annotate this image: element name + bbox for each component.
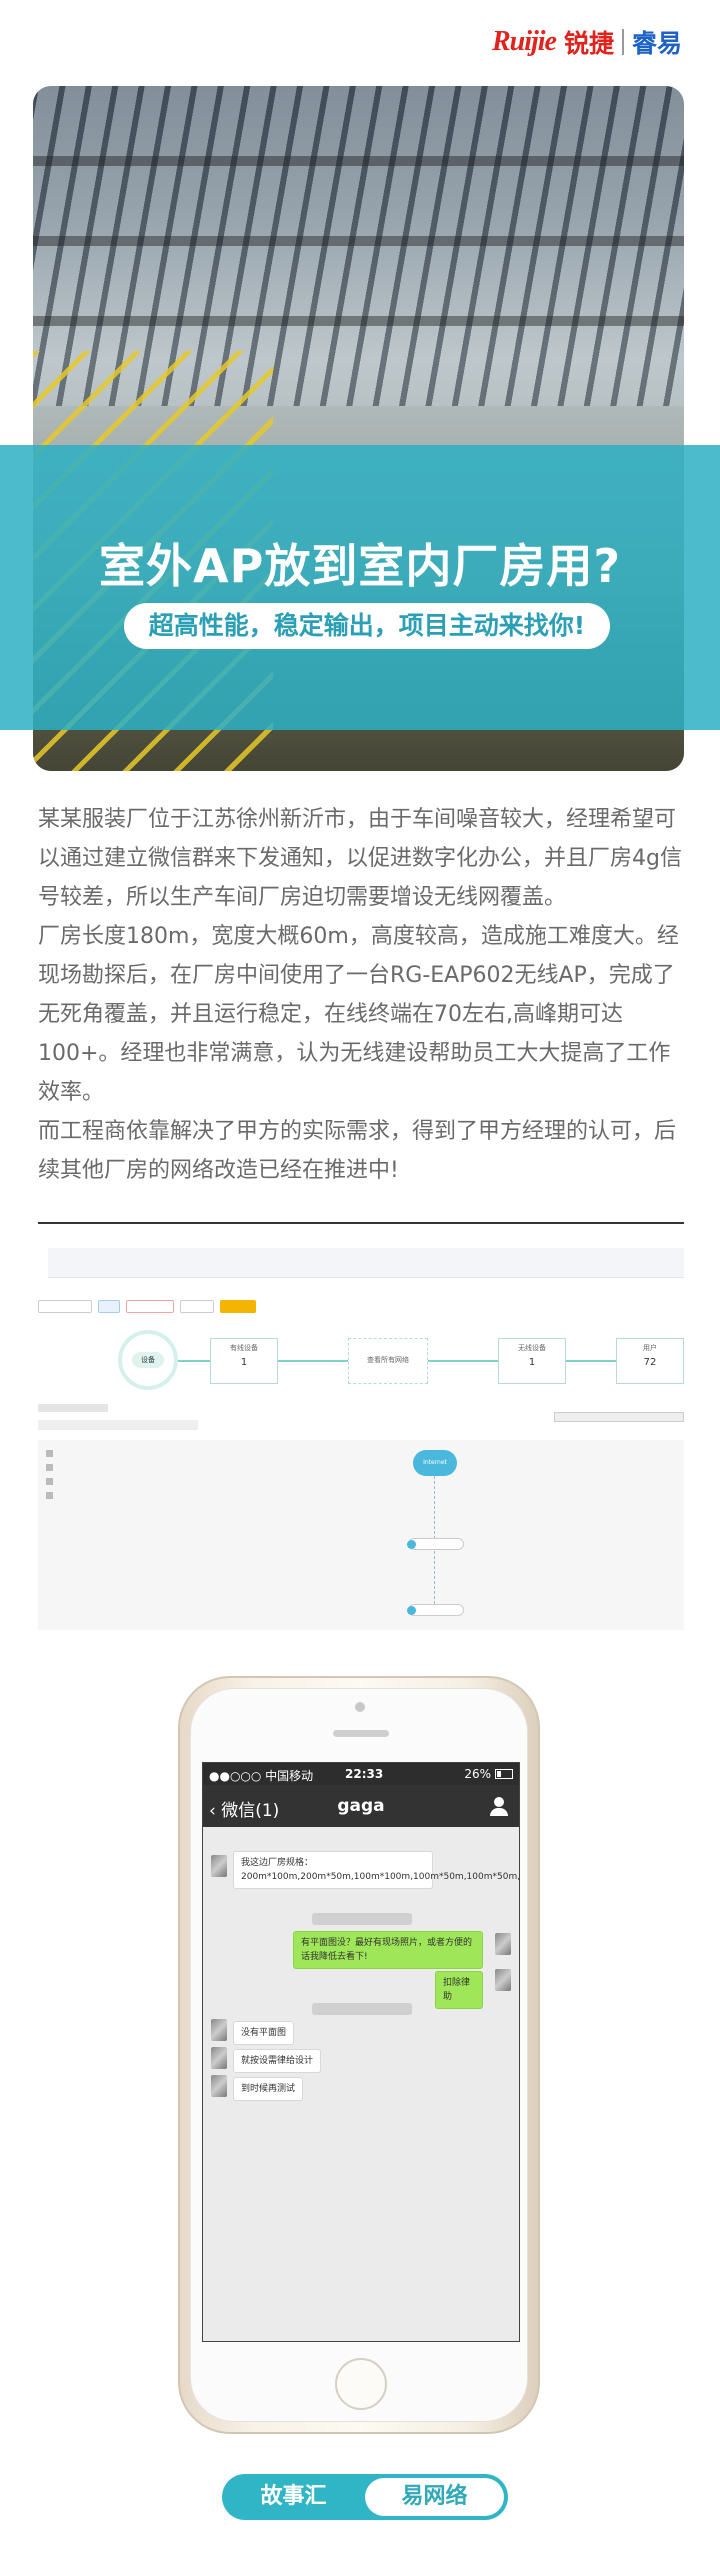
- gateway-label: 设备: [132, 1352, 164, 1368]
- footer-right: 易网络: [365, 2478, 504, 2516]
- flow-node-wired: 有线设备 1: [210, 1338, 278, 1384]
- chat-navbar: ‹ 微信(1) gaga: [203, 1785, 519, 1827]
- section-divider: [38, 1222, 684, 1224]
- dashboard-dropdown: [38, 1300, 92, 1313]
- avatar: [211, 2075, 227, 2097]
- status-time: 22:33: [345, 1767, 384, 1781]
- speaker-grille: [333, 1730, 389, 1737]
- logo-divider: [621, 29, 624, 55]
- front-camera-icon: [355, 1702, 365, 1712]
- topology-header: [38, 1398, 684, 1438]
- flow-node-users: 用户 72: [616, 1338, 684, 1384]
- battery-percent: 26%: [464, 1767, 491, 1781]
- chat-message: 没有平面图: [233, 2021, 295, 2045]
- topology-canvas: [38, 1440, 684, 1630]
- image-icon: [46, 1492, 53, 1499]
- chat-message: 就按设需律给设计: [233, 2049, 322, 2073]
- person-icon[interactable]: [489, 1797, 509, 1817]
- chat-timestamp: [312, 1913, 412, 1925]
- carrier-label: ●●○○○ 中国移动: [209, 1769, 314, 1783]
- footer-badge: 故事汇 易网络: [222, 2474, 508, 2520]
- battery-icon: [495, 1769, 513, 1779]
- topology-device: [407, 1604, 464, 1616]
- fit-icon: [46, 1478, 53, 1485]
- chat-message: 扣除律助: [435, 1971, 483, 2009]
- article-paragraph: 厂房长度180m，宽度大概60m，高度较高，造成施工难度大。经现场勘探后，在厂房…: [38, 924, 679, 1105]
- avatar: [211, 1855, 227, 1877]
- flow-node-middle: 查看所有网络: [348, 1338, 428, 1384]
- avatar: [495, 1933, 511, 1955]
- avatar: [495, 1969, 511, 1991]
- network-flow: 设备 有线设备 1 查看所有网络 无线设备 1 用户 72: [118, 1330, 684, 1390]
- internet-cloud-icon: Internet: [413, 1450, 457, 1476]
- hero-tagline: 超高性能，稳定输出，项目主动来找你!: [124, 603, 610, 649]
- network-dashboard-screenshot: 设备 有线设备 1 查看所有网络 无线设备 1 用户 72 Internet: [38, 1248, 684, 1630]
- status-bar: ●●○○○ 中国移动 22:33 26%: [203, 1763, 519, 1785]
- flow-node-wireless: 无线设备 1: [498, 1338, 566, 1384]
- topology-device: [407, 1538, 464, 1550]
- sub-brand: 睿易: [631, 29, 682, 58]
- article-paragraph: 而工程商依靠解决了甲方的实际需求，得到了甲方经理的认可，后续其他厂房的网络改造已…: [38, 1119, 677, 1183]
- chat-message: 我这边厂房规格：200m*100m,200m*50m,100m*100m,100…: [233, 1851, 519, 1889]
- footer-left: 故事汇: [260, 2484, 327, 2509]
- avatar: [211, 2019, 227, 2041]
- phone-mockup: ●●○○○ 中国移动 22:33 26% ‹ 微信(1) gaga 我这边厂房规…: [178, 1676, 540, 2434]
- avatar: [211, 2047, 227, 2069]
- chat-title: gaga: [337, 1796, 385, 1816]
- chat-message: 到时候再测试: [233, 2077, 304, 2101]
- brand-cn: 锐捷: [563, 29, 614, 58]
- gateway-node: 设备: [118, 1330, 178, 1390]
- hero-headline: 室外AP放到室内厂房用?: [99, 539, 621, 593]
- chat-timestamp: [312, 2003, 412, 2015]
- home-button: [335, 2358, 387, 2410]
- chat-message: 有平面图没？最好有现场照片，或者方便的话我降低去看下!: [293, 1931, 483, 1969]
- wechat-screen: ●●○○○ 中国移动 22:33 26% ‹ 微信(1) gaga 我这边厂房规…: [202, 1762, 520, 2342]
- zoom-out-icon: [46, 1464, 53, 1471]
- article-body: 某某服装厂位于江苏徐州新沂市，由于车间噪音较大，经理希望可以通过建立微信群来下发…: [38, 800, 684, 1190]
- zoom-in-icon: [46, 1450, 53, 1457]
- ruijie-logo: Ruijie 锐捷 睿易: [492, 22, 682, 62]
- dashboard-table-header: [48, 1248, 684, 1278]
- brand-en: Ruijie: [491, 26, 557, 57]
- article-paragraph: 某某服装厂位于江苏徐州新沂市，由于车间噪音较大，经理希望可以通过建立微信群来下发…: [38, 807, 682, 910]
